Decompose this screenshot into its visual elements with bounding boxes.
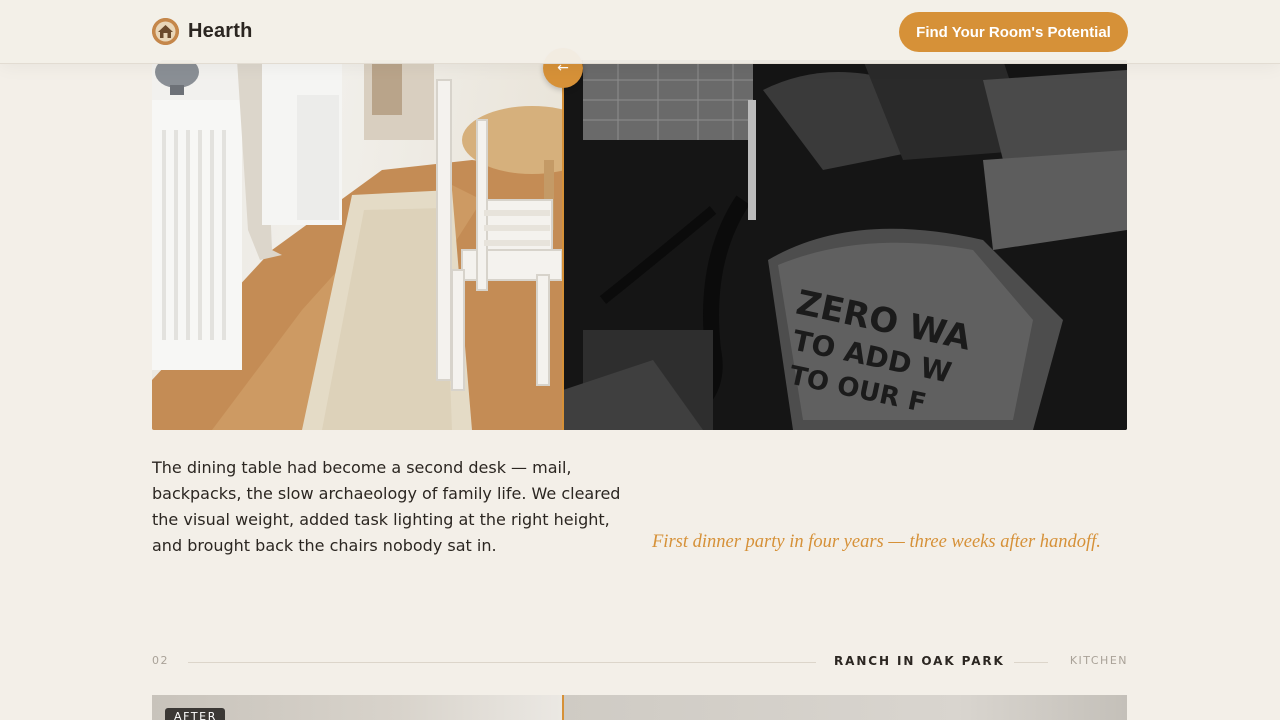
find-potential-button[interactable]: Find Your Room's Potential: [899, 12, 1128, 52]
after-photo: [152, 60, 563, 430]
project-story: The dining table had become a second des…: [152, 458, 621, 555]
site-header: Hearth Find Your Room's Potential: [0, 0, 1280, 64]
project-title: RANCH IN OAK PARK: [834, 654, 1005, 668]
brand-name: Hearth: [188, 20, 253, 42]
house-logo-icon: [152, 18, 179, 45]
before-after-comparison[interactable]: ZERO WA TO ADD W TO OUR F: [152, 60, 1127, 430]
project-category: KITCHEN: [1069, 654, 1128, 667]
project-number: 02: [152, 654, 169, 667]
project-heading: 02 RANCH IN OAK PARK KITCHEN: [152, 654, 1128, 672]
divider: [188, 662, 816, 663]
before-photo: ZERO WA TO ADD W TO OUR F: [563, 60, 1127, 430]
divider: [1014, 662, 1048, 663]
after-badge: AFTER: [165, 708, 225, 720]
brand[interactable]: Hearth: [152, 18, 253, 45]
comparison-divider: [562, 60, 564, 430]
comparison-divider: [562, 695, 564, 720]
before-after-comparison-2[interactable]: AFTER: [152, 695, 1127, 720]
project-quote: First dinner party in four years — three…: [652, 532, 1101, 552]
before-photo: [563, 695, 1127, 720]
